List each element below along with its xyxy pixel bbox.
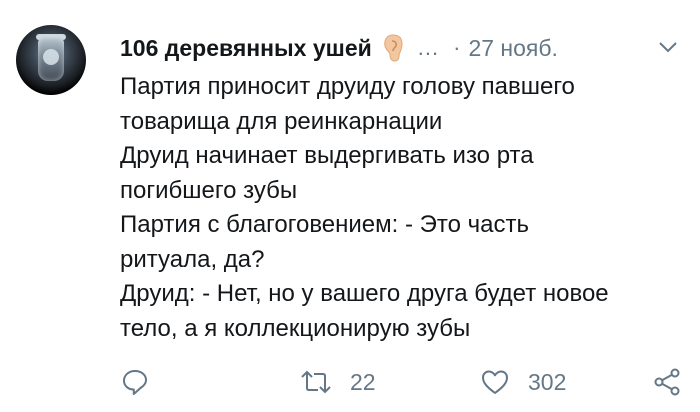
- like-button[interactable]: 302: [480, 362, 566, 402]
- tweet-text: Партия приносит друиду голову павшего то…: [120, 70, 690, 346]
- ear-icon: [382, 33, 404, 63]
- tweet-text-line: товарища для реинкарнации: [120, 107, 443, 135]
- tweet-text-line: тело, а я коллекционирую зубы: [120, 314, 471, 342]
- retweet-button[interactable]: 22: [300, 362, 376, 402]
- handle[interactable]: ...: [418, 35, 439, 61]
- tweet-date[interactable]: 27 нояб.: [468, 35, 557, 62]
- tweet-header: 106 деревянных ушей ... · 27 нояб.: [120, 30, 682, 66]
- reply-button[interactable]: [120, 362, 150, 402]
- retweet-count: 22: [350, 368, 376, 395]
- tweet-text-line: погибшего зубы: [120, 176, 298, 204]
- separator-dot: ·: [453, 35, 461, 60]
- retweet-icon: [300, 368, 332, 396]
- reply-icon: [120, 367, 150, 397]
- like-count: 302: [528, 368, 567, 395]
- tweet-card: 106 деревянных ушей ... · 27 нояб. Парти…: [0, 0, 700, 412]
- tweet-text-line: ритуала, да?: [120, 245, 265, 273]
- share-button[interactable]: [652, 362, 682, 402]
- tweet-text-line: Друид: - Нет, но у вашего друга будет но…: [120, 280, 609, 307]
- share-icon: [652, 367, 682, 397]
- chevron-down-icon[interactable]: [658, 40, 678, 54]
- tweet-text-line: Партия с благоговением: - Это часть: [120, 211, 529, 238]
- avatar[interactable]: [16, 25, 86, 95]
- tweet-actions: 22 302: [120, 362, 692, 402]
- heart-icon: [480, 368, 510, 396]
- tweet-text-line: Партия приносит друиду голову павшего: [120, 73, 575, 100]
- display-name[interactable]: 106 деревянных ушей: [120, 35, 372, 62]
- tweet-text-line: Друид начинает выдергивать изо рта: [120, 142, 534, 169]
- avatar-head: [43, 49, 59, 65]
